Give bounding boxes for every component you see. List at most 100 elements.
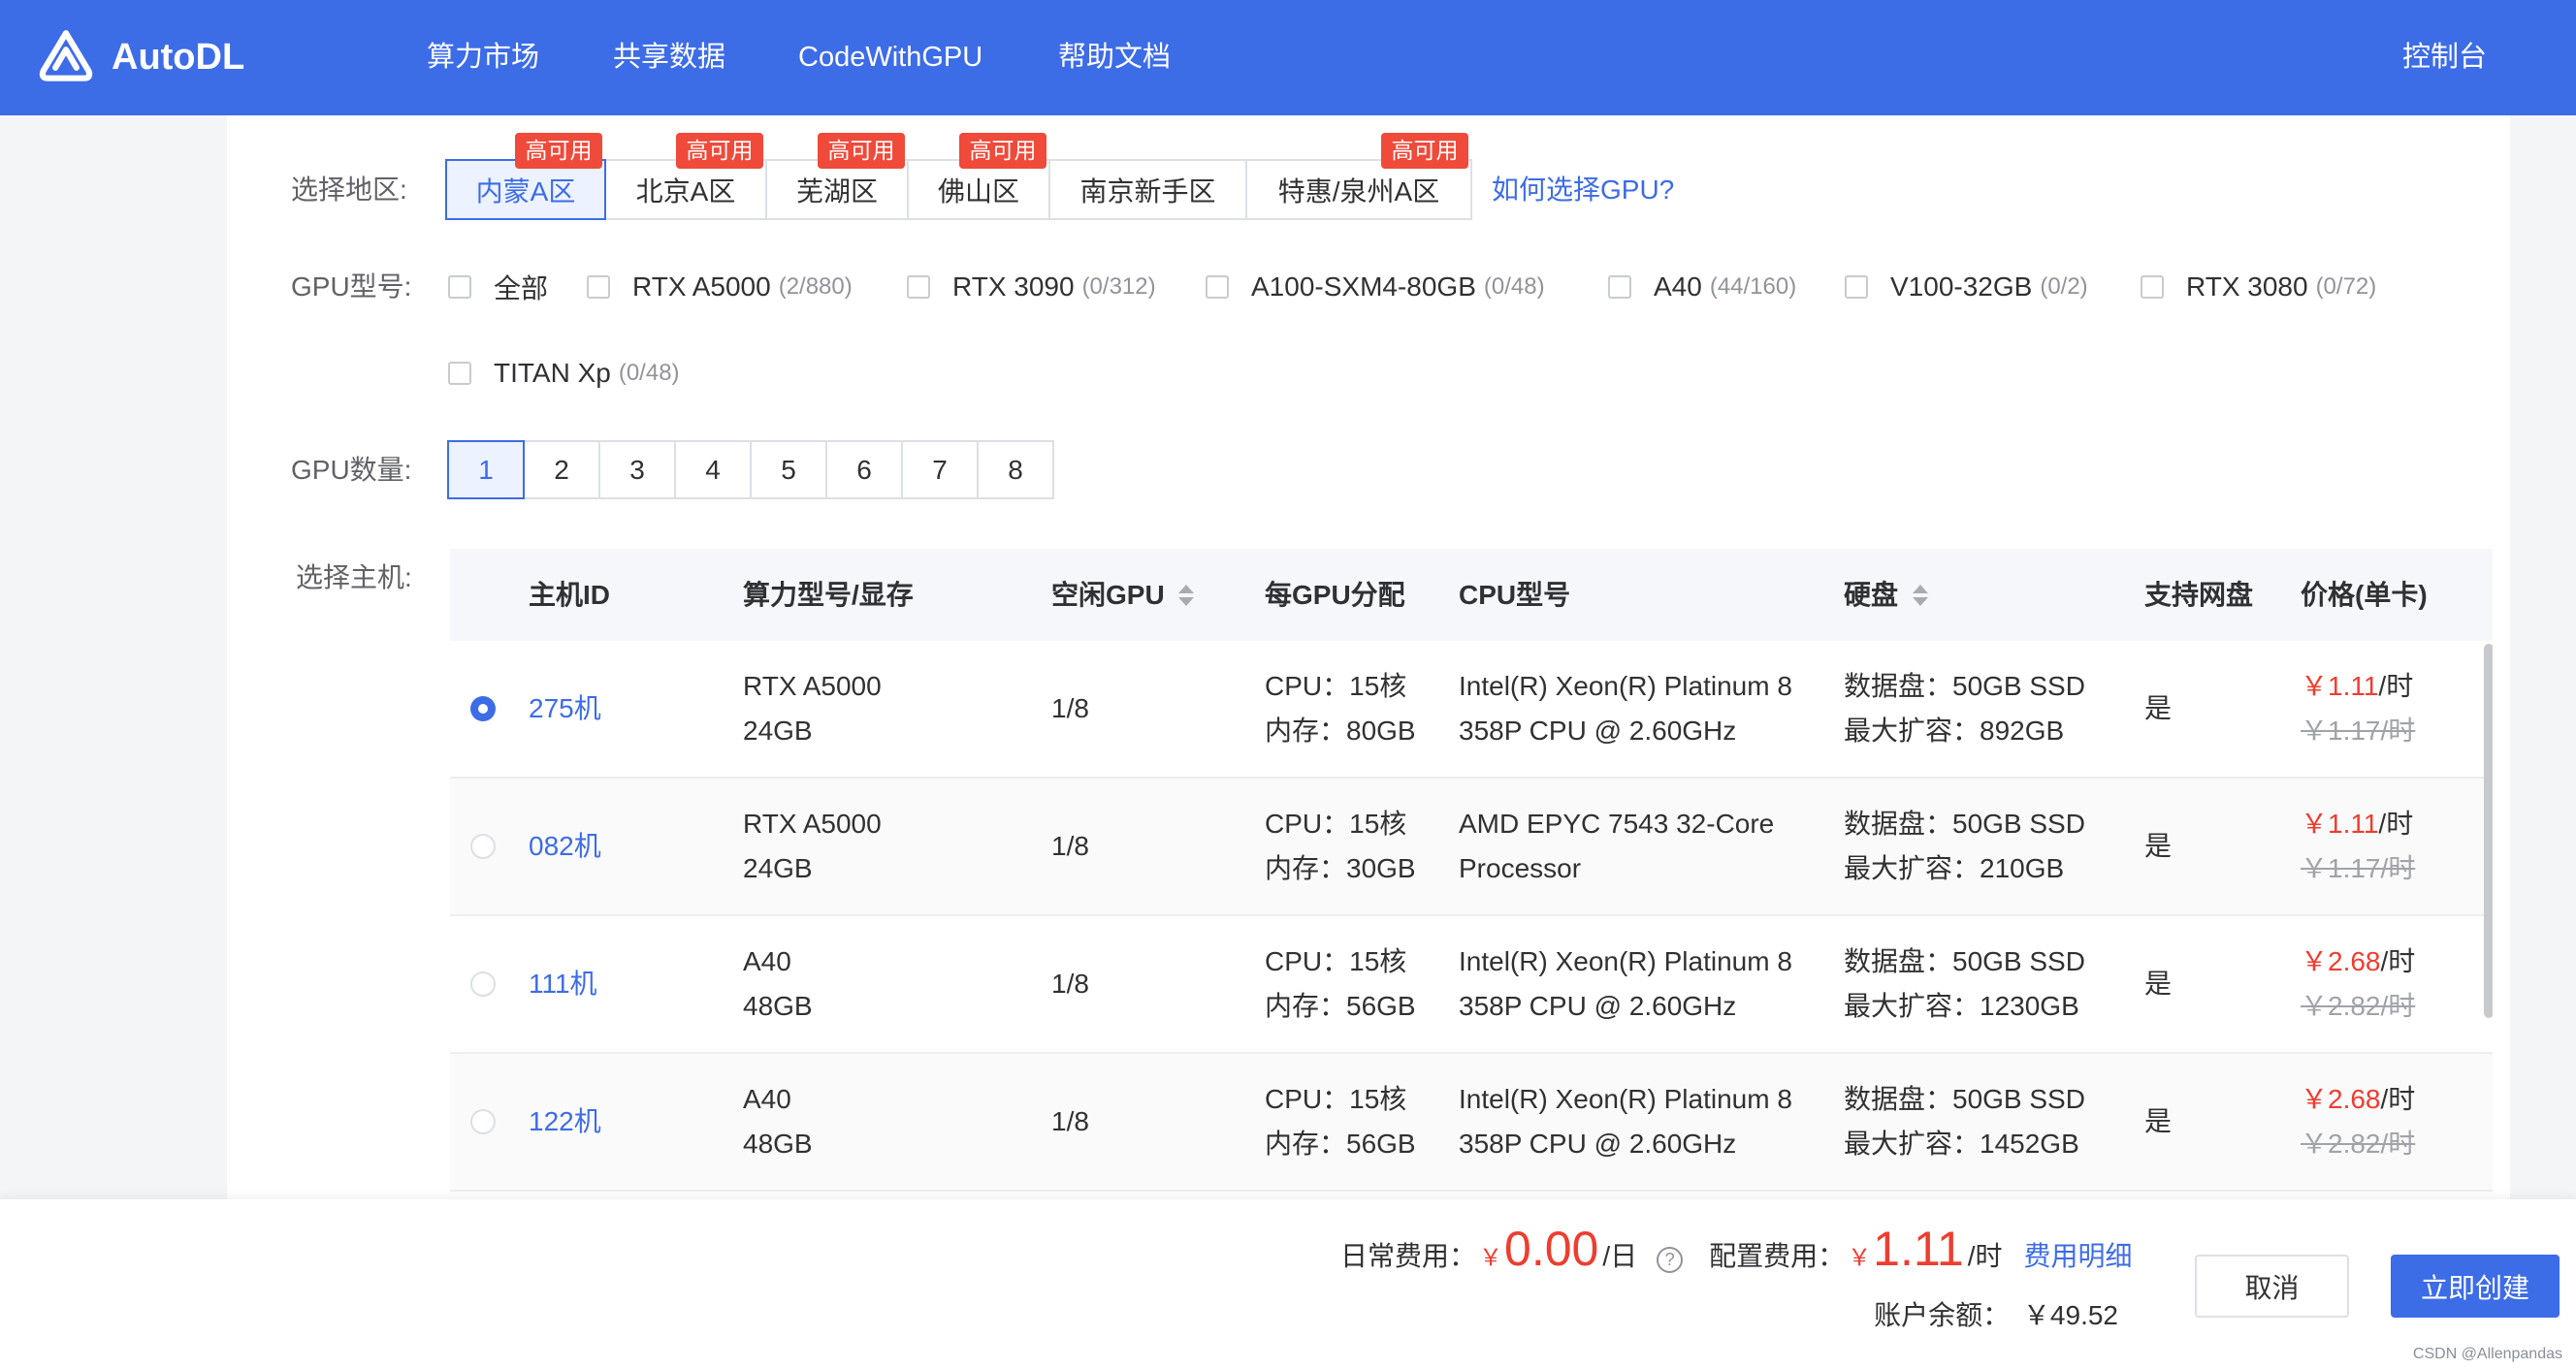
region-tab-wuhu[interactable]: 芜湖区 高可用	[765, 133, 909, 220]
column-header-free-gpu[interactable]: 空闲GPU	[1051, 549, 1165, 641]
gpu-option-name: 全部	[494, 273, 549, 303]
gpu-name: RTX A5000	[743, 809, 882, 839]
autodl-logo-icon[interactable]	[36, 27, 96, 87]
gpu-spec-cell: RTX A5000 24GB	[743, 779, 882, 914]
gpu-option-rtx-a5000[interactable]: RTX A5000 (2/880)	[587, 258, 853, 316]
gpu-option-all[interactable]: 全部	[448, 258, 548, 316]
checkbox-icon[interactable]	[587, 275, 610, 299]
table-row[interactable]: 082机 RTX A5000 24GB 1/8 CPU：15核 内存：30GB …	[450, 779, 2493, 916]
checkbox-icon[interactable]	[448, 362, 471, 385]
gpu-option-name: RTX A5000	[632, 271, 771, 302]
gpu-option-rtx-3080[interactable]: RTX 3080 (0/72)	[2141, 258, 2376, 316]
logo-text[interactable]: AutoDL	[112, 0, 244, 115]
host-id[interactable]: 122机	[529, 1054, 601, 1190]
gpu-count-1-button[interactable]: 1	[447, 440, 525, 499]
price-line: ￥2.68/时	[2301, 1077, 2415, 1122]
radio-icon[interactable]	[470, 971, 496, 997]
gpu-count-3-button[interactable]: 3	[598, 440, 676, 499]
region-tab-nanjing-newbie[interactable]: 南京新手区	[1048, 159, 1247, 220]
region-tab-label: 北京A区	[635, 175, 736, 207]
price-cell: ￥2.68/时 ￥2.82/时	[2301, 1054, 2415, 1190]
column-header-per-gpu-allocation: 每GPU分配	[1265, 580, 1405, 610]
sort-caret-icon[interactable]	[1913, 585, 1928, 608]
radio-icon[interactable]	[470, 834, 496, 859]
table-row[interactable]: 111机 A40 48GB 1/8 CPU：15核 内存：56GB Intel(…	[450, 916, 2493, 1054]
checkbox-icon[interactable]	[1845, 275, 1868, 299]
column-header-network-disk: 支持网盘	[2144, 580, 2254, 610]
column-header-disk[interactable]: 硬盘	[1844, 549, 1898, 641]
gpu-spec-cell: A40 48GB	[743, 1054, 813, 1190]
watermark: CSDN @Allenpandas	[2412, 1346, 2562, 1362]
network-disk-support: 是	[2144, 831, 2173, 861]
gpu-option-a40[interactable]: A40 (44/160)	[1608, 258, 1796, 316]
checkbox-icon[interactable]	[1206, 275, 1229, 299]
nav-item-codewithgpu[interactable]: CodeWithGPU	[798, 0, 982, 115]
gpu-option-a100-sxm4-80gb[interactable]: A100-SXM4-80GB (0/48)	[1206, 258, 1545, 316]
cpu-model-line: Intel(R) Xeon(R) Platinum 8	[1459, 946, 1792, 976]
gpu-count-8-button[interactable]: 8	[977, 440, 1054, 499]
gpu-option-name: RTX 3080	[2186, 271, 2308, 302]
max-expansion: 最大扩容：892GB	[1844, 716, 2065, 746]
high-availability-badge: 高可用	[1381, 133, 1468, 169]
nav-item-shared-data[interactable]: 共享数据	[613, 0, 725, 115]
host-id[interactable]: 111机	[529, 916, 597, 1052]
price-unit: /时	[2380, 946, 2416, 976]
gpu-option-rtx-3090[interactable]: RTX 3090 (0/312)	[907, 258, 1156, 316]
nav-item-help-docs[interactable]: 帮助文档	[1058, 0, 1171, 115]
sort-caret-icon[interactable]	[1178, 585, 1194, 608]
region-tab-beijing-a[interactable]: 北京A区 高可用	[604, 133, 767, 220]
question-circle-icon[interactable]: ?	[1657, 1247, 1684, 1273]
memory: 内存：56GB	[1265, 991, 1416, 1021]
footer-bar: 日常费用： ￥ 0.00 /日 ? 配置费用： ￥ 1.11 /时 费用明细 账…	[0, 1199, 2576, 1369]
high-availability-badge: 高可用	[515, 133, 602, 169]
gpu-vram: 48GB	[743, 1129, 813, 1159]
disk-cell: 数据盘：50GB SSD 最大扩容：1230GB	[1844, 916, 2085, 1052]
radio-icon[interactable]	[470, 696, 496, 721]
table-scrollbar[interactable]	[2484, 644, 2493, 1018]
gpu-count-5-button[interactable]: 5	[750, 440, 827, 499]
disk-cell: 数据盘：50GB SSD 最大扩容：210GB	[1844, 779, 2085, 914]
table-row[interactable]: 275机 RTX A5000 24GB 1/8 CPU：15核 内存：80GB …	[450, 641, 2493, 779]
cpu-cores: CPU：15核	[1265, 946, 1407, 976]
allocation-cell: CPU：15核 内存：56GB	[1265, 916, 1416, 1052]
data-disk: 数据盘：50GB SSD	[1844, 671, 2085, 701]
table-row[interactable]: 122机 A40 48GB 1/8 CPU：15核 内存：56GB Intel(…	[450, 1054, 2493, 1192]
checkbox-icon[interactable]	[907, 275, 930, 299]
region-tab-foshan[interactable]: 佛山区 高可用	[907, 133, 1050, 220]
fee-detail-link[interactable]: 费用明细	[2024, 1235, 2133, 1274]
host-id[interactable]: 275机	[529, 641, 601, 777]
region-tab-neimeng-a[interactable]: 内蒙A区 高可用	[445, 133, 606, 220]
disk-cell: 数据盘：50GB SSD 最大扩容：1452GB	[1844, 1054, 2085, 1190]
gpu-option-v100-32gb[interactable]: V100-32GB (0/2)	[1845, 258, 2088, 316]
cancel-button[interactable]: 取消	[2195, 1255, 2349, 1318]
gpu-count-6-button[interactable]: 6	[825, 440, 903, 499]
original-price: ￥2.82/时	[2301, 991, 2416, 1021]
gpu-count-2-button[interactable]: 2	[523, 440, 600, 499]
checkbox-icon[interactable]	[1608, 275, 1631, 299]
region-tab-tehui-quanzhou-a[interactable]: 特惠/泉州A区 高可用	[1245, 133, 1472, 220]
disk-cell: 数据盘：50GB SSD 最大扩容：892GB	[1844, 641, 2085, 777]
create-now-button[interactable]: 立即创建	[2391, 1255, 2560, 1318]
checkbox-icon[interactable]	[448, 275, 471, 299]
max-expansion: 最大扩容：1230GB	[1844, 991, 2079, 1021]
gpu-count-selector: 1 2 3 4 5 6 7 8	[447, 440, 1054, 499]
cpu-cores: CPU：15核	[1265, 671, 1407, 701]
gpu-count-7-button[interactable]: 7	[901, 440, 979, 499]
nav-item-console[interactable]: 控制台	[2402, 0, 2487, 115]
gpu-count-4-button[interactable]: 4	[674, 440, 752, 499]
radio-icon[interactable]	[470, 1109, 496, 1134]
price-line: ￥2.68/时	[2301, 939, 2415, 984]
gpu-option-titan-xp[interactable]: TITAN Xp (0/48)	[448, 344, 680, 402]
host-id[interactable]: 082机	[529, 779, 601, 914]
allocation-cell: CPU：15核 内存：56GB	[1265, 1054, 1416, 1190]
region-tab-label: 特惠/泉州A区	[1277, 175, 1440, 207]
max-expansion: 最大扩容：1452GB	[1844, 1129, 2079, 1159]
how-to-choose-gpu-link[interactable]: 如何选择GPU?	[1492, 159, 1674, 220]
cpu-model-line: 358P CPU @ 2.60GHz	[1459, 991, 1737, 1021]
nav-item-compute-market[interactable]: 算力市场	[427, 0, 539, 115]
gpu-option-count: (0/48)	[1483, 273, 1545, 300]
price-unit: /时	[2380, 1084, 2416, 1114]
cpu-model-line: Intel(R) Xeon(R) Platinum 8	[1459, 1084, 1792, 1114]
checkbox-icon[interactable]	[2141, 275, 2164, 299]
current-price: ￥2.68	[2301, 1084, 2381, 1114]
